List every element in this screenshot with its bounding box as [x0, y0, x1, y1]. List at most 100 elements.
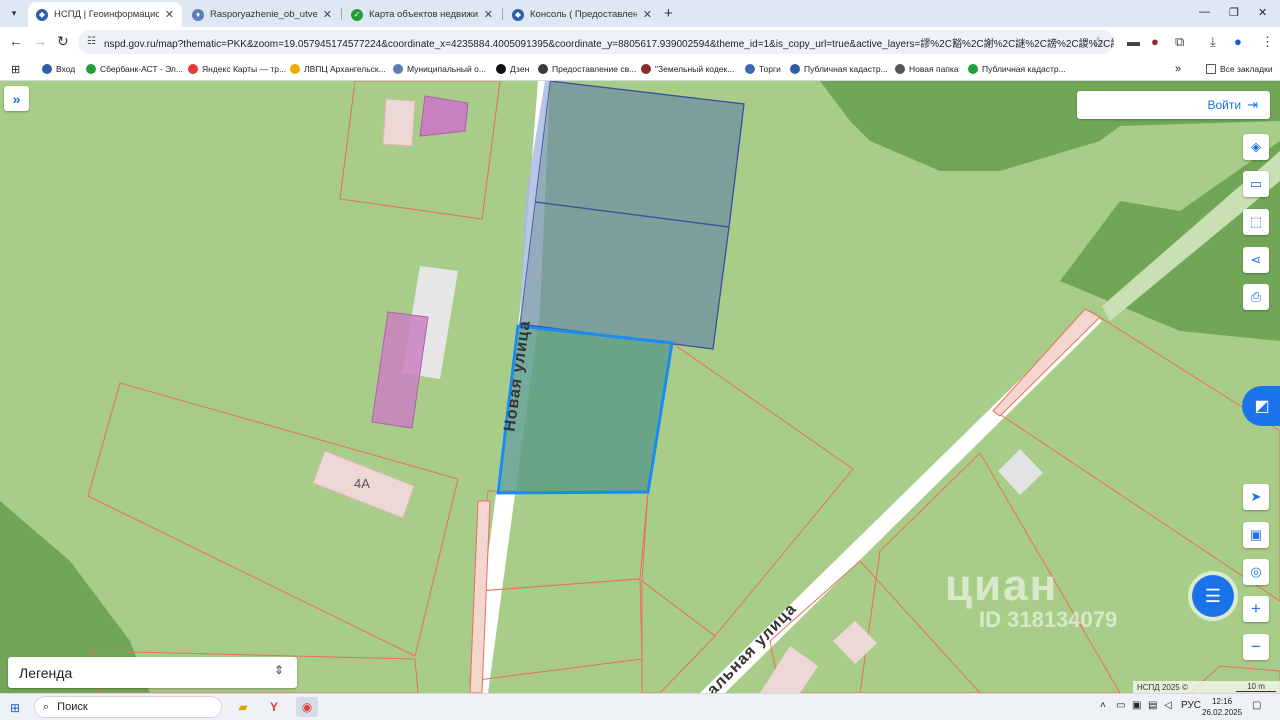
tab-strip: ▾ ◆ НСПД | Геоинформационный ✕ ♦ Raspory…	[0, 0, 1280, 27]
forward-icon[interactable]: →	[33, 33, 47, 49]
tray-chevron-icon[interactable]: ˄	[1100, 700, 1106, 711]
ruler-icon[interactable]: ▭	[1243, 171, 1269, 197]
bookmark-favicon-icon	[393, 64, 403, 74]
tab-search-chevron-icon[interactable]: ▾	[6, 5, 22, 21]
bookmark-favicon-icon	[790, 64, 800, 74]
folder-icon	[1206, 64, 1216, 74]
map-attribution: НСПД 2025 © 10 m	[1133, 681, 1280, 693]
watermark: циан ID 318134079	[945, 561, 1118, 632]
chat-icon[interactable]: ☰	[1192, 575, 1234, 617]
locate-icon[interactable]: ➤	[1243, 484, 1269, 510]
bookmark-item[interactable]: ЛВПЦ Архангельск...	[290, 61, 386, 77]
zoom-in-icon[interactable]: +	[1243, 596, 1269, 622]
network-icon[interactable]: ▤	[1148, 700, 1157, 711]
tab-konsol[interactable]: ◆ Консоль ( Предоставление из ✕	[504, 2, 660, 27]
all-bookmarks-button[interactable]: Все закладки	[1206, 61, 1273, 77]
close-window-icon[interactable]: ✕	[1258, 6, 1267, 19]
cadastral-parcel-middle[interactable]	[519, 201, 730, 350]
print-icon[interactable]: ⎙	[1243, 284, 1269, 310]
bookmark-item[interactable]: Публичная кадастр...	[968, 61, 1066, 77]
tab-separator	[502, 8, 503, 20]
search-icon: ⌕	[43, 700, 50, 713]
gov-icon: ♦	[192, 8, 204, 21]
notifications-icon[interactable]: ▢	[1252, 700, 1261, 711]
language-indicator[interactable]: РУС	[1181, 700, 1201, 711]
bookmark-favicon-icon	[496, 64, 506, 74]
chevron-updown-icon: ⇕	[273, 663, 284, 677]
bookmarks-more-button[interactable]: »	[1175, 61, 1181, 77]
bookmark-item[interactable]: Вход	[42, 61, 75, 77]
map-view[interactable]: Новая улица альная улица 4А циан ID 3181…	[0, 81, 1280, 693]
address-bar[interactable]: ☷ nspd.gov.ru/map?thematic=PKK&zoom=19.0…	[78, 30, 1114, 54]
nspd-side-logo-icon[interactable]: ◩	[1242, 386, 1280, 426]
bookmark-item[interactable]: Дзен	[496, 61, 529, 77]
minimap-icon[interactable]: ▣	[1243, 522, 1269, 548]
tab-nspd[interactable]: ◆ НСПД | Геоинформационный ✕	[28, 2, 182, 27]
bookmark-item[interactable]: Новая папка	[895, 61, 959, 77]
back-icon[interactable]: ←	[9, 33, 23, 49]
url-text: nspd.gov.ru/map?thematic=PKK&zoom=19.057…	[104, 38, 1114, 50]
yandex-browser-icon[interactable]: Y	[263, 697, 285, 717]
check-icon: ✓	[351, 8, 363, 21]
bookmark-item[interactable]: Муниципальный о...	[393, 61, 486, 77]
cadastral-parcel-upper[interactable]	[534, 81, 745, 228]
zoom-out-icon[interactable]: −	[1243, 634, 1269, 660]
extension-icon[interactable]: ●	[1151, 34, 1159, 49]
bookmark-favicon-icon	[188, 64, 198, 74]
site-settings-icon[interactable]: ☷	[87, 36, 96, 47]
bookmark-item[interactable]: Яндекс Карты — тр...	[188, 61, 286, 77]
profile-avatar-icon[interactable]: ●	[1234, 34, 1242, 49]
bookmark-favicon-icon	[42, 64, 52, 74]
bookmark-favicon-icon	[968, 64, 978, 74]
bookmark-item[interactable]: Предоставление св...	[538, 61, 636, 77]
bookmark-favicon-icon	[290, 64, 300, 74]
minimize-icon[interactable]: —	[1199, 6, 1210, 18]
bookmark-favicon-icon	[895, 64, 905, 74]
extension-icon[interactable]: ▬	[1127, 34, 1140, 49]
bookmark-item[interactable]: Сбербанк-АСТ - Эл...	[86, 61, 183, 77]
building	[419, 95, 469, 137]
bookmark-item[interactable]: Торги	[745, 61, 781, 77]
layers-icon[interactable]: ◈	[1243, 134, 1269, 160]
file-explorer-icon[interactable]: ▰	[232, 697, 254, 717]
new-tab-button[interactable]: +	[664, 5, 673, 22]
extensions-puzzle-icon[interactable]: ⧉	[1175, 34, 1184, 50]
bookmark-star-icon[interactable]: ☆	[1092, 34, 1104, 50]
windows-taskbar: ⊞ ⌕ Поиск ▰ Y ◉ ˄ ▭ ▣ ▤ ◁ РУС 12:16 26.0…	[0, 693, 1280, 720]
reload-icon[interactable]: ↻	[57, 33, 69, 50]
bookmarks-bar: ⊞ Вход Сбербанк-АСТ - Эл... Яндекс Карты —…	[0, 57, 1280, 81]
building	[371, 311, 429, 429]
tray-icon[interactable]: ▣	[1132, 700, 1141, 711]
close-tab-icon[interactable]: ✕	[643, 8, 652, 21]
chrome-icon[interactable]: ◉	[296, 697, 318, 717]
area-select-icon[interactable]: ⬚	[1243, 209, 1269, 235]
bookmark-favicon-icon	[641, 64, 651, 74]
expand-panel-button[interactable]: »	[4, 86, 29, 111]
bookmark-item[interactable]: Публичная кадастр...	[790, 61, 888, 77]
tray-icon[interactable]: ▭	[1116, 700, 1125, 711]
tab-rasporyazhenie[interactable]: ♦ Rasporyazhenie_ob_utverzhden ✕	[184, 2, 340, 27]
close-tab-icon[interactable]: ✕	[484, 8, 493, 21]
bookmark-favicon-icon	[745, 64, 755, 74]
restore-icon[interactable]: ❐	[1229, 6, 1239, 19]
clock[interactable]: 12:16 26.02.2025	[1202, 696, 1242, 718]
taskbar-search-box[interactable]: ⌕ Поиск	[34, 696, 222, 718]
building	[833, 621, 877, 664]
menu-kebab-icon[interactable]: ⋮	[1261, 34, 1274, 50]
tab-karta[interactable]: ✓ Карта объектов недвижимост ✕	[343, 2, 501, 27]
share-icon[interactable]: ⋖	[1243, 247, 1269, 273]
apps-grid-icon[interactable]: ⊞	[11, 61, 20, 77]
close-tab-icon[interactable]: ✕	[165, 8, 174, 21]
browser-toolbar: ← → ↻ ☷ nspd.gov.ru/map?thematic=PKK&zoo…	[0, 27, 1280, 57]
download-icon[interactable]: ⤓	[1210, 34, 1216, 50]
close-tab-icon[interactable]: ✕	[323, 8, 332, 21]
volume-icon[interactable]: ◁	[1164, 700, 1172, 711]
legend-panel[interactable]: Легенда ⇕	[8, 657, 297, 688]
building	[382, 98, 416, 147]
geolocation-icon[interactable]: ◎	[1243, 559, 1269, 585]
tab-separator	[341, 8, 342, 20]
login-button[interactable]: Войти ⇥	[1077, 91, 1270, 119]
windows-start-icon[interactable]: ⊞	[10, 701, 20, 715]
house-number-label: 4А	[354, 476, 370, 491]
bookmark-item[interactable]: "Земельный кодек...	[641, 61, 734, 77]
